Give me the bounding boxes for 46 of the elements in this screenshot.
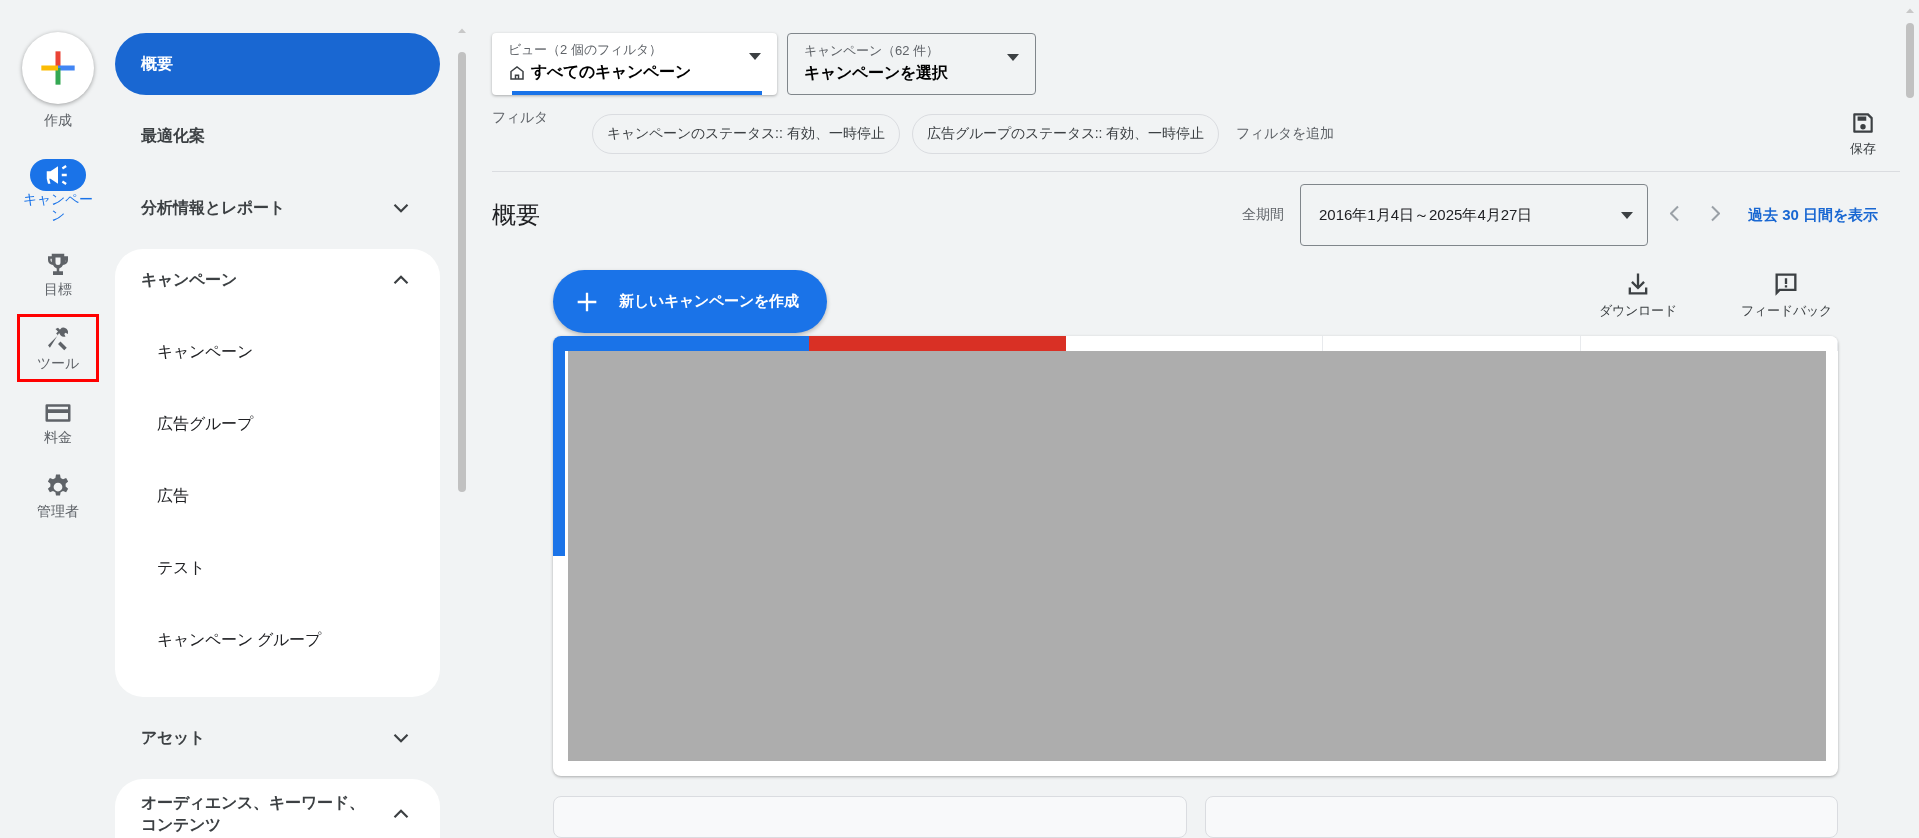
filter-chip[interactable]: キャンペーンのステータス:: 有効、一時停止: [592, 114, 900, 154]
scrollbar-thumb[interactable]: [458, 52, 466, 492]
filter-chip[interactable]: 広告グループのステータス:: 有効、一時停止: [911, 114, 1220, 154]
filter-label: フィルタ: [492, 109, 548, 127]
nav-item[interactable]: 分析情報とレポート: [115, 177, 440, 239]
metric-tile[interactable]: [1323, 336, 1581, 351]
metric-tile[interactable]: [553, 336, 810, 351]
scrollbar-thumb[interactable]: [1905, 23, 1914, 98]
home-icon: [508, 63, 526, 82]
new-campaign-button[interactable]: 新しいキャンペーンを作成: [553, 270, 827, 333]
caret-down-icon: [1620, 211, 1633, 219]
next-icon: [1709, 205, 1720, 222]
nav-subitem[interactable]: 広告: [115, 465, 440, 527]
nav-item[interactable]: アセット: [115, 707, 440, 769]
nav-subitem[interactable]: 広告グループ: [115, 393, 440, 455]
campaign-dropdown[interactable]: キャンペーン（62 件） キャンペーンを選択: [787, 33, 1036, 95]
nav-subitem[interactable]: キャンペーン グループ: [115, 609, 440, 671]
last-30-days-link[interactable]: 過去 30 日間を表示: [1747, 205, 1878, 225]
save-button[interactable]: 保存: [1844, 109, 1882, 159]
nav-item[interactable]: オーディエンス、キーワード、コンテンツ: [115, 779, 440, 838]
nav-subitem[interactable]: キャンペーン: [115, 321, 440, 383]
rail-item[interactable]: ツール: [16, 314, 99, 382]
create-button[interactable]: [21, 32, 94, 104]
previous-icon: [1669, 205, 1680, 222]
rail-item[interactable]: 料金: [16, 388, 99, 456]
metric-tile[interactable]: [1065, 336, 1324, 351]
save-icon: [1850, 110, 1876, 136]
nav-item[interactable]: キャンペーン: [115, 249, 440, 311]
feedback-button[interactable]: フィードバック: [1736, 270, 1836, 320]
view-dropdown[interactable]: ビュー（2 個のフィルタ） すべてのキャンペーン: [492, 33, 777, 95]
rail-item[interactable]: キャンペーン: [16, 150, 99, 234]
nav-item[interactable]: 概要: [115, 33, 440, 95]
create-label: 作成: [43, 112, 72, 128]
nav-subitem[interactable]: テスト: [115, 537, 440, 599]
caret-down-icon: [749, 53, 761, 60]
rail-item[interactable]: 管理者: [16, 462, 99, 530]
period-label: 全期間: [1241, 206, 1284, 224]
add-filter-button[interactable]: フィルタを追加: [1231, 125, 1340, 143]
page-title: 概要: [492, 200, 541, 230]
download-button[interactable]: ダウンロード: [1588, 270, 1688, 320]
date-range-dropdown[interactable]: 2016年1月4日～2025年4月27日: [1299, 184, 1648, 246]
metric-tile[interactable]: [1580, 336, 1838, 351]
metric-tile[interactable]: [809, 336, 1066, 351]
caret-down-icon: [1007, 54, 1019, 61]
rail-item[interactable]: 目標: [16, 240, 99, 308]
nav-item[interactable]: 最適化案: [115, 105, 440, 167]
